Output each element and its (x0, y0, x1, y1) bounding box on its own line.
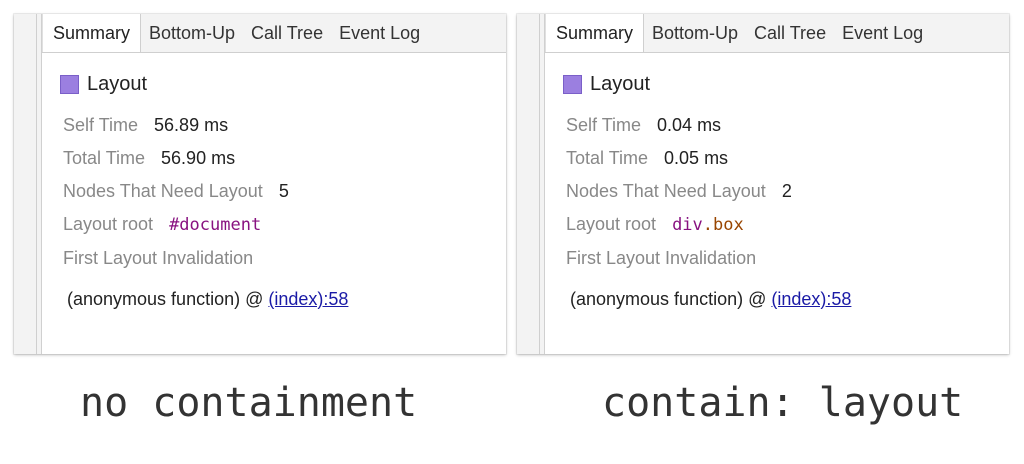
first-invalidation-label: First Layout Invalidation (566, 248, 757, 268)
tab-bar: Summary Bottom-Up Call Tree Event Log (42, 14, 506, 53)
layout-root-node[interactable]: #document (169, 215, 261, 235)
tab-call-tree[interactable]: Call Tree (243, 14, 331, 52)
layout-color-swatch-icon (563, 75, 582, 94)
panel-gutter (517, 14, 545, 354)
nodes-label: Nodes That Need Layout (566, 181, 766, 201)
caption-contain-layout: contain: layout (602, 380, 964, 426)
tab-summary[interactable]: Summary (42, 14, 142, 52)
layout-root-tag: #document (169, 215, 262, 235)
summary-content: Layout Self Time 0.04 ms Total Time 0.05… (545, 53, 1009, 354)
tab-bottom-up[interactable]: Bottom-Up (644, 14, 746, 52)
event-title-row: Layout (563, 73, 650, 96)
stack-frame: (anonymous function) @ (index):58 (570, 289, 851, 310)
tab-call-tree[interactable]: Call Tree (746, 14, 834, 52)
tab-event-log[interactable]: Event Log (834, 14, 931, 52)
devtools-panel-contain-layout: Summary Bottom-Up Call Tree Event Log La… (517, 14, 1009, 354)
tab-event-log[interactable]: Event Log (331, 14, 428, 52)
layout-root-label: Layout root (63, 214, 154, 234)
layout-root-node[interactable]: div.box (672, 215, 744, 235)
source-link[interactable]: (index):58 (771, 289, 851, 309)
layout-root-suffix: .box (702, 215, 744, 235)
source-link[interactable]: (index):58 (268, 289, 348, 309)
total-time-row: Total Time 56.90 ms (63, 148, 235, 169)
stack-function: (anonymous function) @ (67, 289, 269, 309)
self-time-row: Self Time 0.04 ms (566, 115, 721, 136)
summary-content: Layout Self Time 56.89 ms Total Time 56.… (42, 53, 506, 354)
first-invalidation-row: First Layout Invalidation (63, 248, 269, 269)
self-time-label: Self Time (63, 115, 139, 135)
layout-root-row: Layout root #document (63, 214, 261, 235)
event-title: Layout (590, 73, 651, 95)
total-time-value: 56.90 ms (161, 148, 236, 168)
total-time-label: Total Time (566, 148, 649, 168)
tab-bar: Summary Bottom-Up Call Tree Event Log (545, 14, 1009, 53)
self-time-value: 0.04 ms (657, 115, 722, 135)
stack-frame: (anonymous function) @ (index):58 (67, 289, 348, 310)
layout-root-tag: div (672, 215, 703, 235)
total-time-value: 0.05 ms (664, 148, 729, 168)
event-title-row: Layout (60, 73, 147, 96)
layout-root-label: Layout root (566, 214, 657, 234)
layout-root-row: Layout root div.box (566, 214, 744, 235)
total-time-label: Total Time (63, 148, 146, 168)
event-title: Layout (87, 73, 148, 95)
devtools-panel-no-containment: Summary Bottom-Up Call Tree Event Log La… (14, 14, 506, 354)
panel-gutter (14, 14, 42, 354)
tab-summary[interactable]: Summary (545, 14, 645, 52)
nodes-value: 5 (278, 181, 289, 201)
tab-bottom-up[interactable]: Bottom-Up (141, 14, 243, 52)
self-time-label: Self Time (566, 115, 642, 135)
nodes-row: Nodes That Need Layout 2 (566, 181, 792, 202)
total-time-row: Total Time 0.05 ms (566, 148, 728, 169)
nodes-value: 2 (781, 181, 792, 201)
stack-function: (anonymous function) @ (570, 289, 772, 309)
nodes-label: Nodes That Need Layout (63, 181, 263, 201)
self-time-value: 56.89 ms (154, 115, 229, 135)
layout-color-swatch-icon (60, 75, 79, 94)
first-invalidation-label: First Layout Invalidation (63, 248, 254, 268)
caption-no-containment: no containment (80, 380, 418, 426)
self-time-row: Self Time 56.89 ms (63, 115, 228, 136)
first-invalidation-row: First Layout Invalidation (566, 248, 772, 269)
nodes-row: Nodes That Need Layout 5 (63, 181, 289, 202)
